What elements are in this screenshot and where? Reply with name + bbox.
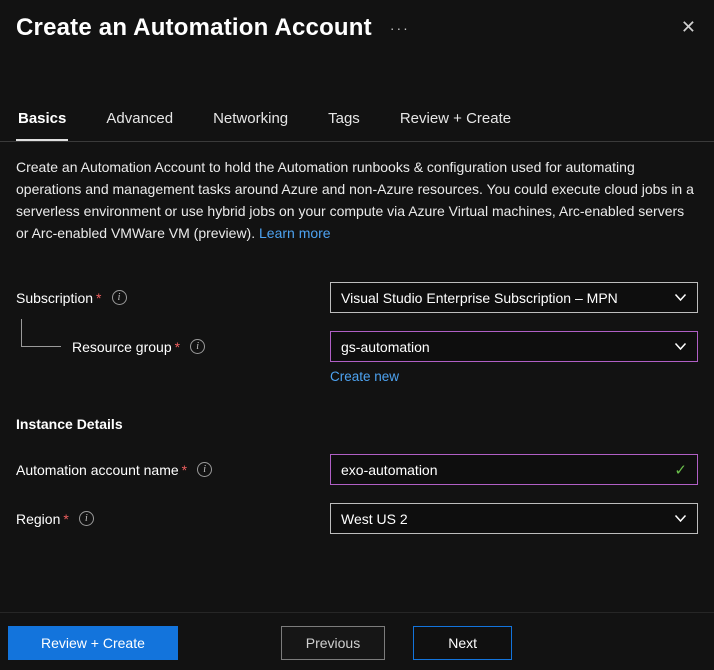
- dialog-header: Create an Automation Account ··· ✕: [0, 0, 714, 42]
- resource-group-label: Resource group* i: [16, 339, 330, 355]
- dialog-footer: Review + Create Previous Next: [0, 612, 714, 670]
- subscription-input-cell: Visual Studio Enterprise Subscription – …: [330, 282, 698, 313]
- review-create-button[interactable]: Review + Create: [8, 626, 178, 660]
- intro-description-text: Create an Automation Account to hold the…: [16, 159, 694, 241]
- tab-basics[interactable]: Basics: [16, 104, 68, 141]
- create-automation-account-dialog: Create an Automation Account ··· ✕ Basic…: [0, 0, 714, 670]
- create-new-link[interactable]: Create new: [330, 369, 399, 384]
- next-button[interactable]: Next: [413, 626, 512, 660]
- tab-networking[interactable]: Networking: [211, 104, 290, 141]
- tab-review-create[interactable]: Review + Create: [398, 104, 513, 141]
- resource-group-label-text: Resource group: [72, 339, 172, 355]
- required-marker: *: [96, 290, 101, 306]
- region-label: Region* i: [16, 511, 330, 527]
- intro-description: Create an Automation Account to hold the…: [16, 156, 698, 244]
- more-options-icon[interactable]: ···: [390, 20, 410, 36]
- create-new-row: Create new: [16, 369, 698, 384]
- region-select[interactable]: West US 2: [330, 503, 698, 534]
- region-label-text: Region: [16, 511, 60, 527]
- resource-group-select[interactable]: gs-automation: [330, 331, 698, 362]
- chevron-down-icon: [674, 293, 687, 302]
- subscription-label: Subscription* i: [16, 290, 330, 306]
- tab-bar: Basics Advanced Networking Tags Review +…: [0, 104, 714, 142]
- account-name-label-text: Automation account name: [16, 462, 179, 478]
- previous-button[interactable]: Previous: [281, 626, 385, 660]
- subscription-selected-value: Visual Studio Enterprise Subscription – …: [341, 290, 618, 306]
- info-icon[interactable]: i: [112, 290, 127, 305]
- account-name-input-cell: ✓: [330, 454, 698, 485]
- create-new-spacer: [16, 369, 330, 384]
- account-name-row: Automation account name* i ✓: [16, 454, 698, 485]
- region-row: Region* i West US 2: [16, 503, 698, 534]
- required-marker: *: [175, 339, 180, 355]
- required-marker: *: [182, 462, 187, 478]
- account-name-field-wrap: ✓: [330, 454, 698, 485]
- valid-check-icon: ✓: [674, 461, 687, 479]
- chevron-down-icon: [674, 342, 687, 351]
- subscription-select[interactable]: Visual Studio Enterprise Subscription – …: [330, 282, 698, 313]
- chevron-down-icon: [674, 514, 687, 523]
- learn-more-link[interactable]: Learn more: [259, 225, 331, 241]
- subscription-row: Subscription* i Visual Studio Enterprise…: [16, 282, 698, 313]
- resource-group-row: Resource group* i gs-automation: [16, 331, 698, 362]
- info-icon[interactable]: i: [197, 462, 212, 477]
- page-title: Create an Automation Account: [16, 14, 372, 42]
- resource-group-selected-value: gs-automation: [341, 339, 430, 355]
- instance-details-heading: Instance Details: [16, 416, 698, 432]
- instance-details-form: Automation account name* i ✓ Region* i W…: [16, 454, 698, 534]
- project-details-form: Subscription* i Visual Studio Enterprise…: [16, 282, 698, 384]
- account-name-input[interactable]: [341, 455, 666, 484]
- info-icon[interactable]: i: [79, 511, 94, 526]
- tab-tags[interactable]: Tags: [326, 104, 362, 141]
- region-selected-value: West US 2: [341, 511, 408, 527]
- resource-group-input-cell: gs-automation: [330, 331, 698, 362]
- tab-advanced[interactable]: Advanced: [104, 104, 175, 141]
- account-name-label: Automation account name* i: [16, 462, 330, 478]
- subscription-label-text: Subscription: [16, 290, 93, 306]
- region-input-cell: West US 2: [330, 503, 698, 534]
- close-icon[interactable]: ✕: [681, 18, 696, 36]
- required-marker: *: [63, 511, 68, 527]
- tree-connector-line: [21, 319, 61, 347]
- info-icon[interactable]: i: [190, 339, 205, 354]
